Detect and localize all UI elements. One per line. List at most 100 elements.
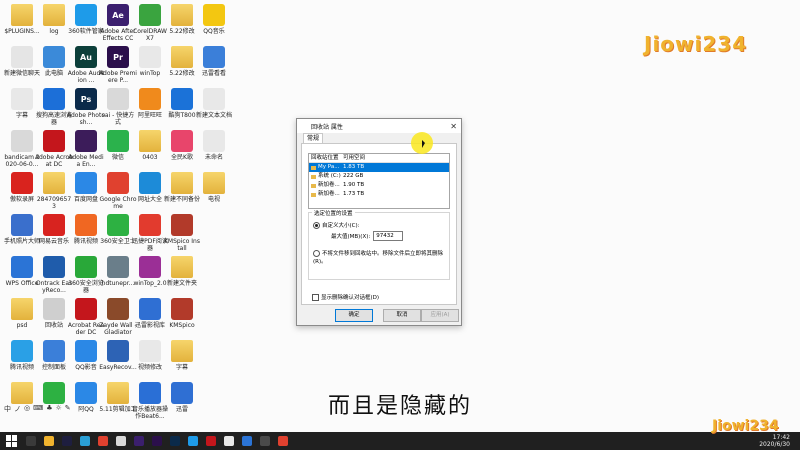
desktop-icon[interactable]: 5.22修改 bbox=[166, 4, 198, 35]
desktop-icon[interactable]: CorelDRAW X7 bbox=[133, 4, 167, 42]
app-icon[interactable] bbox=[75, 256, 97, 278]
app-icon[interactable] bbox=[107, 298, 129, 320]
app-icon[interactable] bbox=[203, 130, 225, 152]
desktop-icon[interactable]: 手机照片大师 bbox=[4, 214, 40, 245]
taskbar-app-icon[interactable] bbox=[170, 436, 180, 446]
taskbar-app-icon[interactable] bbox=[26, 436, 36, 446]
custom-size-radio[interactable]: 自定义大小(C): bbox=[313, 221, 360, 229]
app-icon[interactable] bbox=[75, 130, 97, 152]
app-icon[interactable] bbox=[43, 130, 65, 152]
folder-icon[interactable] bbox=[43, 4, 65, 26]
desktop-icon[interactable]: 360安全卫士 bbox=[100, 214, 136, 245]
desktop-icon[interactable]: 视频修改 bbox=[134, 340, 166, 371]
taskbar-app-icon[interactable] bbox=[134, 436, 144, 446]
app-icon[interactable] bbox=[75, 4, 97, 26]
app-icon[interactable] bbox=[203, 4, 225, 26]
apply-button[interactable]: 应用(A) bbox=[421, 309, 459, 322]
folder-icon[interactable] bbox=[11, 4, 33, 26]
folder-icon[interactable] bbox=[139, 130, 161, 152]
desktop-icon[interactable]: 控制面板 bbox=[38, 340, 70, 371]
location-row[interactable]: My Pa... 1.83 TB bbox=[309, 163, 449, 172]
desktop-icon[interactable]: 腾讯视频 bbox=[6, 340, 38, 371]
desktop-icon[interactable]: 新建不同备份 bbox=[164, 172, 200, 203]
taskbar-app-icon[interactable] bbox=[260, 436, 270, 446]
app-icon[interactable] bbox=[139, 88, 161, 110]
desktop-icon[interactable]: 全民K歌 bbox=[166, 130, 198, 161]
desktop-icon[interactable]: bandicam 2020-06-0... bbox=[4, 130, 40, 168]
location-list[interactable]: 回收站位置 可用空间 My Pa... 1.83 TB 系统 (C:) 222 GB 新… bbox=[308, 153, 450, 209]
windows-start-icon[interactable] bbox=[6, 435, 18, 447]
app-icon[interactable] bbox=[11, 256, 33, 278]
app-icon[interactable] bbox=[11, 340, 33, 362]
desktop-icon[interactable]: 未命名 bbox=[198, 130, 230, 161]
desktop-icon[interactable]: 百度网盘 bbox=[70, 172, 102, 203]
desktop-icon[interactable]: 字幕 bbox=[166, 340, 198, 371]
desktop-icon[interactable]: WPS Office bbox=[6, 256, 38, 287]
desktop-icon[interactable]: 0403 bbox=[134, 130, 166, 161]
folder-icon[interactable] bbox=[171, 4, 193, 26]
app-icon[interactable] bbox=[75, 214, 97, 236]
app-icon[interactable] bbox=[75, 298, 97, 320]
desktop-icon[interactable]: 傲软录屏 bbox=[6, 172, 38, 203]
close-icon[interactable]: ✕ bbox=[450, 122, 457, 131]
taskbar-app-icon[interactable] bbox=[242, 436, 252, 446]
desktop-icon[interactable]: 360软件管家 bbox=[68, 4, 104, 35]
desktop-icon[interactable]: 阿里旺旺 bbox=[134, 88, 166, 119]
desktop-icon[interactable]: Au Adobe Audition ... bbox=[68, 46, 104, 84]
app-icon[interactable] bbox=[43, 340, 65, 362]
tab-general[interactable]: 常规 bbox=[303, 133, 324, 143]
system-tray-clock[interactable]: 17:42 2020/6/30 bbox=[759, 434, 790, 448]
taskbar-app-icon[interactable] bbox=[62, 436, 72, 446]
app-icon[interactable] bbox=[75, 340, 97, 362]
desktop-icon[interactable]: 迅雷看看 bbox=[198, 46, 230, 77]
no-move-radio[interactable]: 不将文件移到回收站中。移除文件后立即将其删除(R)。 bbox=[313, 249, 447, 265]
confirm-delete-checkbox[interactable]: 显示删除确认对话框(D) bbox=[312, 293, 379, 301]
taskbar-app-icon[interactable] bbox=[44, 436, 54, 446]
desktop-icon[interactable]: EasyRecov... bbox=[99, 340, 137, 371]
app-icon[interactable] bbox=[139, 298, 161, 320]
desktop-icon[interactable]: KMSpico bbox=[166, 298, 198, 329]
app-icon[interactable] bbox=[139, 340, 161, 362]
desktop-icon[interactable]: Adobe Acrobat DC bbox=[35, 130, 73, 168]
app-icon[interactable] bbox=[171, 214, 193, 236]
location-row[interactable]: 新加卷... 1.73 TB bbox=[309, 190, 449, 199]
desktop-icon[interactable]: 电视 bbox=[198, 172, 230, 203]
desktop-icon[interactable]: winTop bbox=[134, 46, 166, 77]
app-icon[interactable] bbox=[43, 46, 65, 68]
app-icon[interactable] bbox=[107, 130, 129, 152]
desktop-icon[interactable]: 新建文本文档 bbox=[196, 88, 232, 119]
desktop-icon[interactable]: 腾讯视频 bbox=[70, 214, 102, 245]
taskbar-app-icon[interactable] bbox=[188, 436, 198, 446]
taskbar-app-icon[interactable] bbox=[116, 436, 126, 446]
app-icon[interactable] bbox=[139, 4, 161, 26]
desktop-icon[interactable]: Google Chrome bbox=[99, 172, 137, 210]
radio-selected-icon[interactable] bbox=[313, 222, 320, 229]
app-icon[interactable] bbox=[139, 172, 161, 194]
desktop-icon[interactable]: psd bbox=[6, 298, 38, 329]
app-icon[interactable] bbox=[171, 298, 193, 320]
max-size-input[interactable]: 97432 bbox=[373, 231, 404, 241]
desktop-icon[interactable]: 酷狗T800 bbox=[166, 88, 198, 119]
folder-icon[interactable] bbox=[11, 298, 33, 320]
app-icon[interactable] bbox=[107, 88, 129, 110]
app-icon[interactable] bbox=[203, 88, 225, 110]
app-icon[interactable] bbox=[43, 88, 65, 110]
desktop-icon[interactable]: 网易云音乐 bbox=[38, 214, 70, 245]
app-icon[interactable] bbox=[11, 46, 33, 68]
folder-icon[interactable] bbox=[203, 172, 225, 194]
app-icon[interactable] bbox=[171, 130, 193, 152]
desktop-icon[interactable]: log bbox=[38, 4, 70, 35]
desktop-icon[interactable]: 新建文件夹 bbox=[166, 256, 198, 287]
desktop-icon[interactable]: Ps Adobe Photosh... bbox=[67, 88, 105, 126]
desktop-icon[interactable]: 5.22修改 bbox=[166, 46, 198, 77]
app-icon[interactable] bbox=[11, 172, 33, 194]
taskbar-app-icon[interactable] bbox=[152, 436, 162, 446]
app-icon[interactable]: Ps bbox=[75, 88, 97, 110]
desktop-icon[interactable]: 2847096573 bbox=[37, 172, 71, 210]
checkbox-icon[interactable] bbox=[312, 293, 319, 301]
app-icon[interactable]: Ae bbox=[107, 4, 129, 26]
app-icon[interactable]: Au bbox=[75, 46, 97, 68]
desktop-icon[interactable]: KMSpico Install bbox=[164, 214, 200, 252]
app-icon[interactable] bbox=[43, 256, 65, 278]
desktop-icon[interactable]: $PLUGINS... bbox=[4, 4, 40, 35]
